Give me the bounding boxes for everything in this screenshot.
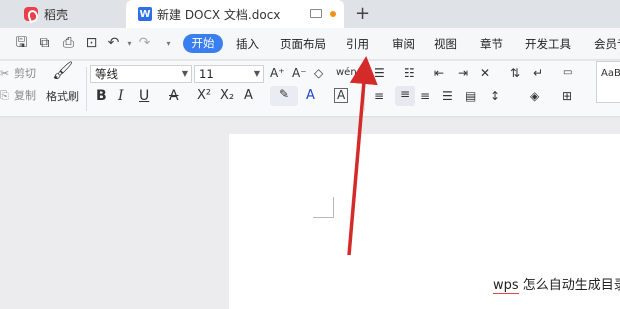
align-center-icon[interactable]: ≡	[395, 86, 415, 106]
text-rest: 怎么自动生成目录	[518, 278, 620, 293]
asian-layout-icon[interactable]: ✕	[480, 65, 490, 81]
menu-tab-section[interactable]: 章节	[480, 36, 503, 52]
show-marks-icon[interactable]: ↵	[533, 65, 543, 81]
cut-label[interactable]: 剪切	[14, 66, 36, 82]
menu-tab-insert[interactable]: 插入	[236, 36, 259, 52]
ribbon-home: ✂ 剪切 ⎘ 复制 🖌 格式刷 等线 ▼ 11 ▼ A⁺ A⁻ ◇ wén B …	[0, 61, 620, 175]
highlight-icon[interactable]: ✎	[270, 86, 298, 106]
text-misspelled-word: wps	[493, 278, 519, 294]
more-dropdown-icon[interactable]: ▾	[161, 36, 176, 51]
chevron-down-icon: ▼	[181, 69, 188, 78]
italic-icon[interactable]: I	[118, 88, 124, 104]
distribute-icon[interactable]: ▤	[465, 88, 476, 104]
font-color-icon[interactable]: A	[306, 88, 315, 104]
template-icon[interactable]: ⧉	[37, 36, 52, 51]
tab-label: 稻壳	[44, 7, 69, 22]
print-icon[interactable]: ⎙	[61, 36, 76, 51]
line-spacing-icon[interactable]: ↕	[490, 88, 500, 104]
scissors-icon[interactable]: ✂	[0, 66, 9, 82]
new-tab-button[interactable]: +	[355, 3, 370, 24]
border-icon[interactable]: ⊞	[562, 88, 572, 104]
copy-icon[interactable]: ⎘	[0, 88, 9, 104]
align-right-icon[interactable]: ≡	[420, 88, 430, 104]
phonetic-icon[interactable]: wén	[336, 65, 357, 81]
save-icon[interactable]: 🖫	[14, 36, 29, 51]
numbering-icon[interactable]: ☷	[404, 65, 415, 81]
bullets-icon[interactable]: ☰	[374, 65, 385, 81]
font-name-value: 等线	[95, 67, 118, 81]
divider	[86, 67, 87, 111]
style-preview: AaB	[601, 68, 620, 79]
monitor-icon[interactable]	[310, 9, 322, 18]
text-effect-icon[interactable]: A	[244, 88, 253, 104]
menu-tab-home[interactable]: 开始	[183, 34, 223, 53]
undo-icon[interactable]: ↶	[106, 36, 121, 51]
menu-tab-view[interactable]: 视图	[434, 36, 457, 52]
clear-format-icon[interactable]: ◇	[314, 65, 323, 81]
outdent-icon[interactable]: ⇤	[434, 65, 444, 81]
superscript-icon[interactable]: X²	[197, 88, 211, 104]
writer-logo-icon: W	[138, 7, 152, 21]
justify-icon[interactable]: ☰	[442, 88, 453, 104]
menu-tab-member[interactable]: 会员专	[594, 36, 620, 52]
indent-icon[interactable]: ⇥	[458, 65, 468, 81]
shrink-font-icon[interactable]: A⁻	[292, 65, 307, 81]
redo-icon[interactable]: ↷	[137, 36, 152, 51]
bold-icon[interactable]: B	[96, 88, 107, 104]
divider	[364, 67, 365, 111]
char-border-icon[interactable]: A	[334, 88, 349, 103]
copy-label[interactable]: 复制	[14, 88, 36, 104]
ruler-icon[interactable]: ▭	[563, 65, 572, 81]
document-text[interactable]: wps 怎么自动生成目录	[493, 274, 620, 294]
tab-docer[interactable]: 稻壳	[0, 0, 124, 28]
unsaved-dot-icon	[330, 11, 336, 17]
style-gallery[interactable]: AaB	[596, 61, 620, 103]
font-size-value: 11	[199, 67, 214, 81]
undo-dropdown-icon[interactable]: ▾	[122, 36, 137, 51]
menu-tab-developer[interactable]: 开发工具	[525, 36, 571, 52]
menu-tab-references[interactable]: 引用	[346, 36, 369, 52]
brush-icon[interactable]: 🖌	[52, 63, 74, 80]
align-left-icon[interactable]: ≡	[374, 88, 384, 104]
chevron-down-icon: ▼	[253, 69, 260, 78]
shading-icon[interactable]: ◈	[530, 88, 539, 104]
font-name-select[interactable]: 等线 ▼	[90, 65, 192, 83]
strikethrough-icon[interactable]: A	[169, 88, 179, 104]
subscript-icon[interactable]: X₂	[220, 88, 234, 104]
font-size-select[interactable]: 11 ▼	[194, 65, 264, 83]
sort-icon[interactable]: ⇅	[510, 65, 520, 81]
preview-icon[interactable]: ⊡	[84, 36, 99, 51]
wps-writer-window: 稻壳 W 新建 DOCX 文档.docx + 🖫 ⧉ ⎙ ⊡ ↶ ▾ ↷ ▾ 开…	[0, 0, 620, 309]
margin-corner-mark	[313, 197, 334, 218]
underline-icon[interactable]: U	[139, 88, 149, 104]
menu-tab-page-layout[interactable]: 页面布局	[280, 36, 326, 52]
menu-tab-review[interactable]: 审阅	[392, 36, 415, 52]
menu-bar: 🖫 ⧉ ⎙ ⊡ ↶ ▾ ↷ ▾ 开始 插入 页面布局 引用 审阅 视图 章节 开…	[0, 28, 620, 60]
grow-font-icon[interactable]: A⁺	[270, 65, 285, 81]
docer-logo-icon	[24, 7, 38, 21]
tab-label: 新建 DOCX 文档.docx	[157, 7, 281, 22]
tab-bar: 稻壳 W 新建 DOCX 文档.docx +	[0, 0, 620, 28]
format-painter-label[interactable]: 格式刷	[46, 89, 79, 105]
